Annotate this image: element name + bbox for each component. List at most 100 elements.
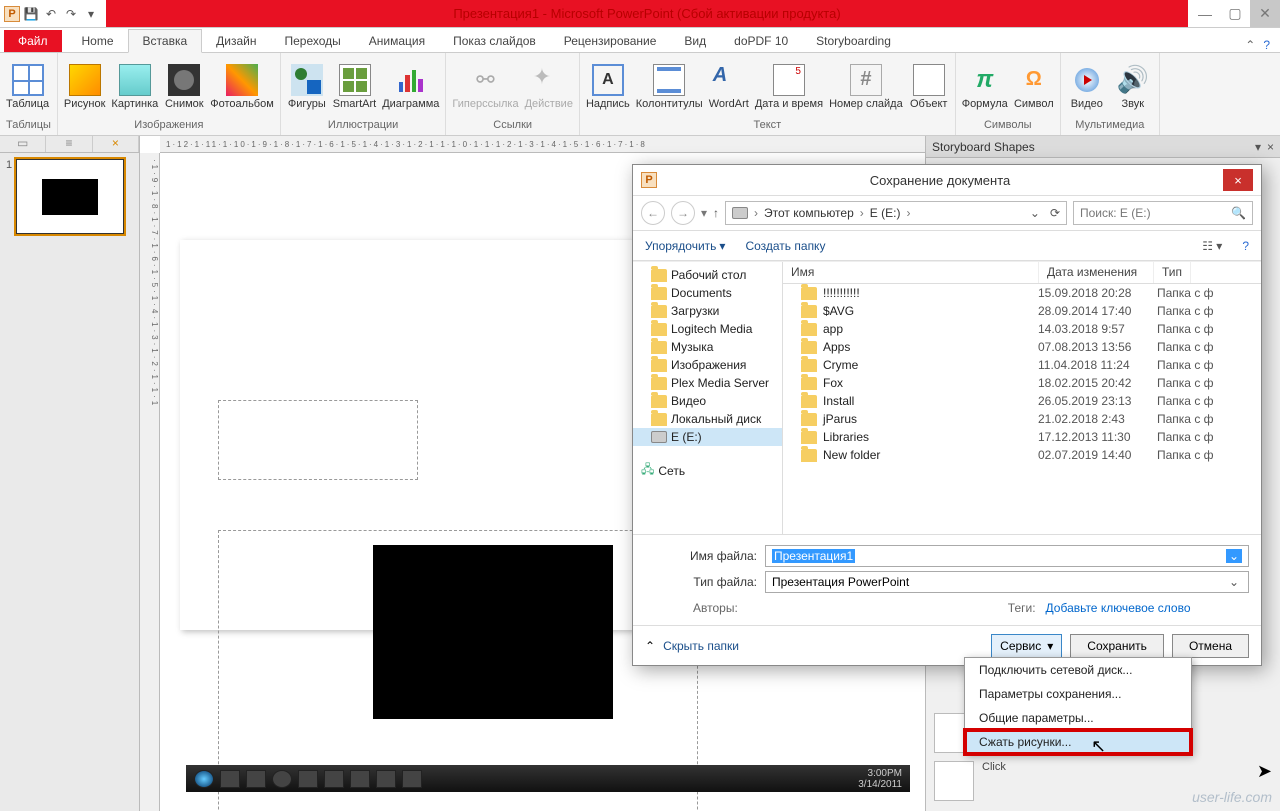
tab-insert[interactable]: Вставка — [128, 29, 203, 53]
tree-network[interactable]: 🖧Сеть — [633, 458, 782, 483]
file-list[interactable]: !!!!!!!!!!!15.09.2018 20:28Папка с ф$AVG… — [783, 284, 1261, 534]
file-row[interactable]: $AVG28.09.2014 17:40Папка с ф — [783, 302, 1261, 320]
qat-more-icon[interactable]: ▾ — [82, 5, 100, 23]
nav-forward-button[interactable]: → — [671, 201, 695, 225]
file-row[interactable]: New folder02.07.2019 14:40Папка с ф — [783, 446, 1261, 464]
filename-input[interactable]: Презентация1⌄ — [765, 545, 1249, 567]
insert-chart-button[interactable]: Диаграмма — [382, 64, 439, 110]
outline-tab-icon[interactable]: ≡ — [46, 136, 92, 152]
insert-album-button[interactable]: Фотоальбом — [210, 64, 274, 110]
file-list-header[interactable]: Имя Дата изменения Тип — [783, 262, 1261, 284]
file-row[interactable]: Fox18.02.2015 20:42Папка с ф — [783, 374, 1261, 392]
qat-undo-icon[interactable]: ↶ — [42, 5, 60, 23]
slide-thumbnail-1[interactable]: 1 — [0, 153, 139, 240]
tab-review[interactable]: Рецензирование — [550, 30, 671, 52]
file-row[interactable]: jParus21.02.2018 2:43Папка с ф — [783, 410, 1261, 428]
tab-file[interactable]: Файл — [4, 30, 62, 52]
taskbar-item[interactable] — [220, 770, 240, 788]
qat-redo-icon[interactable]: ↷ — [62, 5, 80, 23]
insert-headerfooter-button[interactable]: Колонтитулы — [636, 64, 703, 110]
insert-datetime-button[interactable]: Дата и время — [755, 64, 823, 110]
taskbar-item[interactable] — [246, 770, 266, 788]
add-tag-link[interactable]: Добавьте ключевое слово — [1046, 601, 1191, 615]
file-row[interactable]: app14.03.2018 9:57Папка с ф — [783, 320, 1261, 338]
qat-save-icon[interactable]: 💾 — [22, 5, 40, 23]
tree-item[interactable]: Plex Media Server — [633, 374, 782, 392]
tab-design[interactable]: Дизайн — [202, 30, 270, 52]
minimize-button[interactable]: — — [1190, 0, 1220, 27]
menu-netdrive[interactable]: Подключить сетевой диск... — [965, 658, 1191, 682]
tree-item[interactable]: Локальный диск — [633, 410, 782, 428]
organize-button[interactable]: Упорядочить▾ — [645, 239, 725, 253]
tree-item[interactable]: Видео — [633, 392, 782, 410]
insert-equation-button[interactable]: πФормула — [962, 64, 1008, 110]
menu-general[interactable]: Общие параметры... — [965, 706, 1191, 730]
taskbar-item[interactable] — [402, 770, 422, 788]
maximize-button[interactable]: ▢ — [1220, 0, 1250, 27]
insert-symbol-button[interactable]: ΩСимвол — [1014, 64, 1054, 110]
file-row[interactable]: Cryme11.04.2018 11:24Папка с ф — [783, 356, 1261, 374]
hide-folders-link[interactable]: Скрыть папки — [663, 639, 739, 653]
inserted-image[interactable] — [373, 545, 613, 719]
newfolder-button[interactable]: Создать папку — [745, 239, 825, 253]
insert-table-button[interactable]: Таблица — [6, 64, 49, 110]
refresh-icon[interactable]: ⟳ — [1044, 206, 1060, 220]
slides-tab-icon[interactable]: ▭ — [0, 136, 46, 152]
insert-textbox-button[interactable]: AНадпись — [586, 64, 630, 110]
view-options-icon[interactable]: ☷ ▾ — [1202, 239, 1222, 253]
tab-animation[interactable]: Анимация — [355, 30, 439, 52]
dialog-close-button[interactable]: × — [1223, 169, 1253, 191]
taskbar-item[interactable] — [324, 770, 344, 788]
menu-compress-pictures[interactable]: Сжать рисунки... — [965, 730, 1191, 754]
insert-wordart-button[interactable]: AWordArt — [709, 64, 749, 110]
tab-slideshow[interactable]: Показ слайдов — [439, 30, 550, 52]
insert-clipart-button[interactable]: Картинка — [111, 64, 158, 110]
window-close-button[interactable]: ✕ — [1250, 0, 1280, 27]
menu-saveopts[interactable]: Параметры сохранения... — [965, 682, 1191, 706]
tab-storyboarding[interactable]: Storyboarding — [802, 30, 905, 52]
tab-dopdf[interactable]: doPDF 10 — [720, 30, 802, 52]
file-row[interactable]: Libraries17.12.2013 11:30Папка с ф — [783, 428, 1261, 446]
tree-item[interactable]: Загрузки — [633, 302, 782, 320]
dialog-help-icon[interactable]: ? — [1242, 239, 1249, 253]
tree-item[interactable]: Рабочий стол — [633, 266, 782, 284]
slides-close-icon[interactable]: × — [93, 136, 139, 152]
nav-history-icon[interactable]: ▾ — [701, 206, 707, 220]
insert-audio-button[interactable]: 🔊Звук — [1113, 64, 1153, 110]
ribbon-collapse-icon[interactable]: ⌃ — [1245, 38, 1255, 52]
save-button[interactable]: Сохранить — [1070, 634, 1164, 658]
taskbar-item[interactable] — [350, 770, 370, 788]
cancel-button[interactable]: Отмена — [1172, 634, 1249, 658]
tree-item[interactable]: Музыка — [633, 338, 782, 356]
insert-video-button[interactable]: Видео — [1067, 64, 1107, 110]
taskbar-item[interactable] — [272, 770, 292, 788]
folder-tree[interactable]: Рабочий столDocumentsЗагрузкиLogitech Me… — [633, 262, 783, 534]
title-placeholder[interactable] — [218, 400, 418, 480]
insert-object-button[interactable]: Объект — [909, 64, 949, 110]
tools-button[interactable]: Сервис▾ — [991, 634, 1062, 658]
help-icon[interactable]: ? — [1263, 38, 1270, 52]
panel-close-icon[interactable]: × — [1267, 140, 1274, 154]
tree-item[interactable]: Logitech Media — [633, 320, 782, 338]
nav-up-button[interactable]: ↑ — [713, 206, 719, 220]
insert-screenshot-button[interactable]: Снимок — [164, 64, 204, 110]
taskbar-item[interactable] — [376, 770, 396, 788]
filetype-select[interactable]: Презентация PowerPoint⌄ — [765, 571, 1249, 593]
windows-taskbar[interactable]: 3:00PM3/14/2011 — [186, 765, 910, 792]
nav-back-button[interactable]: ← — [641, 201, 665, 225]
insert-shapes-button[interactable]: Фигуры — [287, 64, 327, 110]
tree-item[interactable]: E (E:) — [633, 428, 782, 446]
file-row[interactable]: !!!!!!!!!!!15.09.2018 20:28Папка с ф — [783, 284, 1261, 302]
address-bar[interactable]: Этот компьютер E (E:) ⌄ ⟳ — [725, 201, 1067, 225]
start-button[interactable] — [194, 770, 214, 788]
insert-smartart-button[interactable]: SmartArt — [333, 64, 376, 110]
file-row[interactable]: Install26.05.2019 23:13Папка с ф — [783, 392, 1261, 410]
tab-view[interactable]: Вид — [670, 30, 720, 52]
taskbar-item[interactable] — [298, 770, 318, 788]
tree-item[interactable]: Изображения — [633, 356, 782, 374]
tab-transitions[interactable]: Переходы — [270, 30, 354, 52]
tab-home[interactable]: Home — [68, 30, 128, 52]
file-row[interactable]: Apps07.08.2013 13:56Папка с ф — [783, 338, 1261, 356]
tree-item[interactable]: Documents — [633, 284, 782, 302]
insert-picture-button[interactable]: Рисунок — [64, 64, 106, 110]
